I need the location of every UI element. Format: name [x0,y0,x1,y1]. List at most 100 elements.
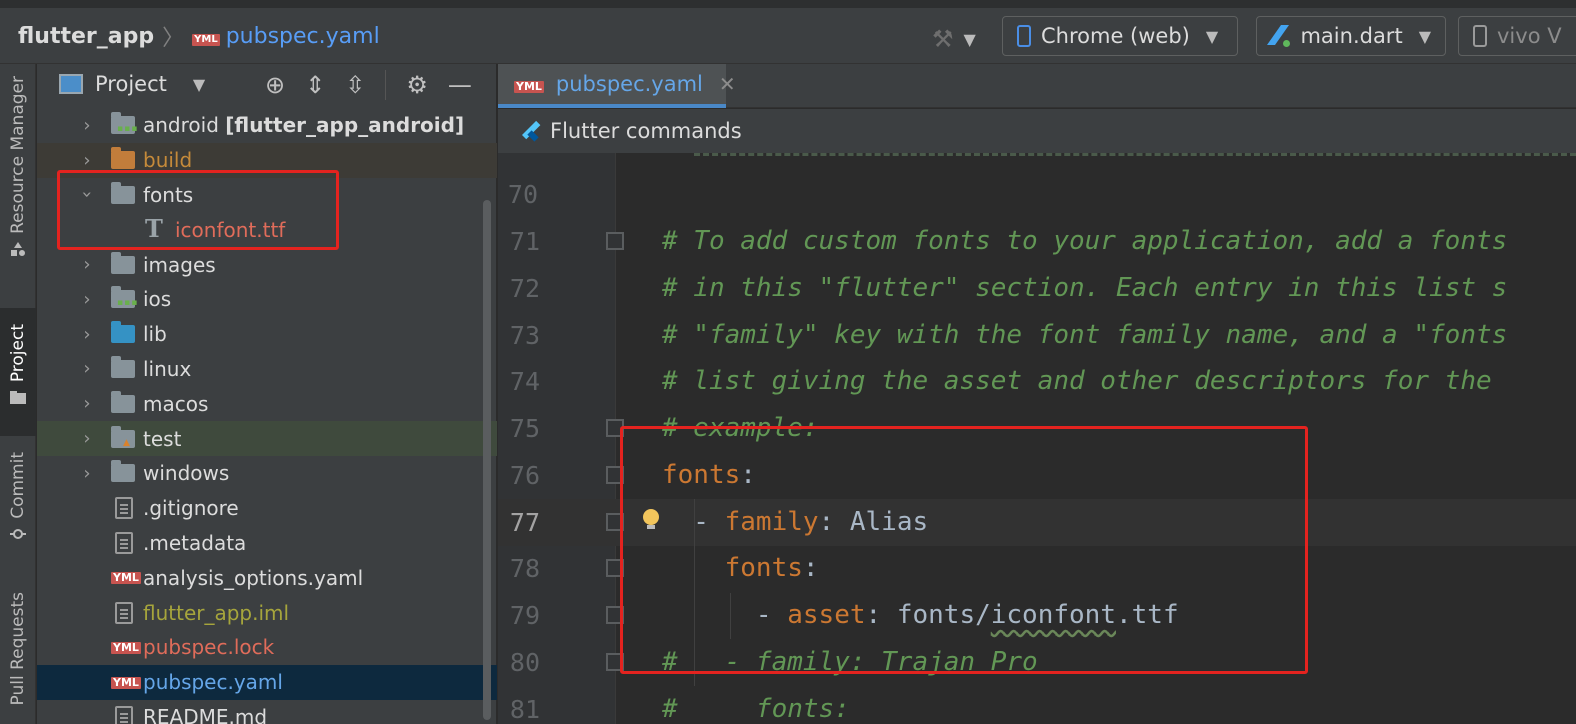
chevron-right-icon[interactable]: › [79,428,95,449]
phone-icon [1017,25,1031,47]
commit-icon [10,528,26,539]
line-number: 80 [509,647,540,677]
breadcrumb-file[interactable]: pubspec.yaml [226,24,380,49]
tree-item-lib[interactable]: › lib [37,317,497,352]
build-button[interactable]: ⚒ ▼ [932,24,988,54]
chevron-down-icon: ▼ [1205,26,1219,46]
tree-item-label: linux [143,356,192,381]
project-view-selector[interactable]: Project ▼ [59,72,205,96]
chevron-right-icon[interactable]: › [79,393,95,414]
run-config-label: main.dart [1300,24,1403,48]
tree-item-label: .gitignore [143,496,239,521]
chevron-right-icon[interactable]: › [79,254,95,275]
line-number: 81 [509,694,540,724]
shapes-icon [11,241,25,256]
locate-icon[interactable]: ⊕ [265,71,285,99]
secondary-device-label: vivo V [1497,24,1562,48]
phone-icon [1473,25,1487,47]
code-line-81: 81 # fonts: [498,686,1576,724]
tree-item-label: windows [143,461,230,486]
tree-item-label: android [flutter_app_android] [143,113,464,137]
code-line-70: 70 [498,171,1576,218]
tree-item-linux[interactable]: › linux [37,352,497,387]
tree-item-flutter-app-iml[interactable]: flutter_app.iml [37,595,497,630]
tree-item-analysis-options[interactable]: YML analysis_options.yaml [37,560,497,595]
hammer-icon: ⚒ [932,25,954,53]
tree-item-label: test [143,426,182,451]
tree-item-images[interactable]: › images [37,247,497,282]
project-window-icon [59,74,83,94]
code-line-72: 72 # in this "flutter" section. Each ent… [498,265,1576,312]
line-number: 74 [509,366,540,396]
secondary-device-selector[interactable]: vivo V [1458,16,1576,56]
resource-manager-tab[interactable]: Resource Manager [0,76,36,256]
chevron-right-icon[interactable]: › [79,115,95,136]
tree-item-metadata[interactable]: .metadata [37,526,497,561]
source-folder-icon [111,321,135,344]
project-panel-toolbar: ⊕ ⇕ ⇳ ⚙ — [265,70,472,100]
tree-item-macos[interactable]: › macos [37,386,497,421]
pull-requests-tab[interactable]: Pull Requests [0,592,36,706]
project-panel-header: Project ▼ ⊕ ⇕ ⇳ ⚙ — [37,64,497,108]
code-comment: # list giving the asset and other descri… [662,366,1492,397]
project-panel: Project ▼ ⊕ ⇕ ⇳ ⚙ — › ▪▪▪ android [flutt… [37,64,497,724]
flutter-icon [520,119,540,143]
line-number: 77 [509,507,540,537]
yaml-file-icon: YML [111,640,141,654]
tree-item-pubspec-yaml[interactable]: YML pubspec.yaml [37,664,497,700]
tab-pubspec-yaml[interactable]: YML pubspec.yaml ✕ [498,64,736,108]
tab-label: pubspec.yaml [555,72,703,96]
tree-item-readme[interactable]: README.md [37,700,497,724]
gear-icon[interactable]: ⚙ [406,71,428,99]
scrolled-line-fragment [694,153,1576,157]
chevron-right-icon[interactable]: › [79,150,95,171]
pull-requests-label: Pull Requests [8,592,28,706]
fold-icon[interactable] [606,232,624,250]
project-scrollbar[interactable] [483,200,491,720]
excluded-folder-icon [111,147,135,170]
tree-item-test[interactable]: › ▲ test [37,421,497,456]
folder-icon [111,251,135,274]
tree-item-ios[interactable]: › ▪▪▪ ios [37,282,497,317]
module-folder-icon: ▪▪▪ [111,286,137,309]
navigation-bar: flutter_app 〉 YML pubspec.yaml ⚒ ▼ Chrom… [0,0,1576,64]
chevron-right-icon[interactable]: › [79,358,95,379]
line-number: 78 [509,553,540,583]
tree-item-label: .metadata [143,530,247,555]
module-name: [flutter_app_android] [225,113,465,138]
run-config-selector[interactable]: main.dart ▼ [1256,16,1446,56]
chevron-right-icon[interactable]: › [79,463,95,484]
tree-item-windows[interactable]: › windows [37,456,497,491]
annotation-box-fonts-config [620,426,1308,674]
tree-item-android[interactable]: › ▪▪▪ android [flutter_app_android] [37,108,497,143]
project-tab[interactable]: Project [0,308,36,436]
flutter-commands-bar[interactable]: Flutter commands [498,109,1576,153]
minimize-icon[interactable]: — [448,71,472,99]
chevron-down-icon: ▼ [963,29,976,49]
project-tab-label: Project [8,324,28,383]
line-number: 73 [509,320,540,350]
tree-item-label: images [143,252,216,277]
chevron-right-icon[interactable]: › [79,324,95,345]
breadcrumb-separator-icon: 〉 [162,26,185,51]
chevron-right-icon[interactable]: › [79,289,95,310]
project-panel-title: Project [95,72,167,96]
folder-icon [10,391,26,405]
tree-item-label: pubspec.yaml [143,670,283,695]
text-file-icon [115,531,133,554]
expand-all-icon[interactable]: ⇕ [305,71,325,99]
folder-icon [111,355,135,378]
tree-item-pubspec-lock[interactable]: YML pubspec.lock [37,630,497,665]
tree-item-gitignore[interactable]: .gitignore [37,491,497,526]
dart-icon [1271,25,1291,47]
tree-item-label: macos [143,391,209,416]
commit-tab[interactable]: Commit [0,452,36,541]
line-number: 79 [509,600,540,630]
collapse-all-icon[interactable]: ⇳ [345,71,365,99]
close-icon[interactable]: ✕ [719,72,736,96]
tree-item-name: android [143,113,219,138]
chevron-down-icon: ▼ [1418,26,1431,46]
device-selector[interactable]: Chrome (web) ▼ [1002,16,1238,56]
breadcrumb-project[interactable]: flutter_app [18,24,154,49]
tree-item-label: analysis_options.yaml [143,565,364,590]
